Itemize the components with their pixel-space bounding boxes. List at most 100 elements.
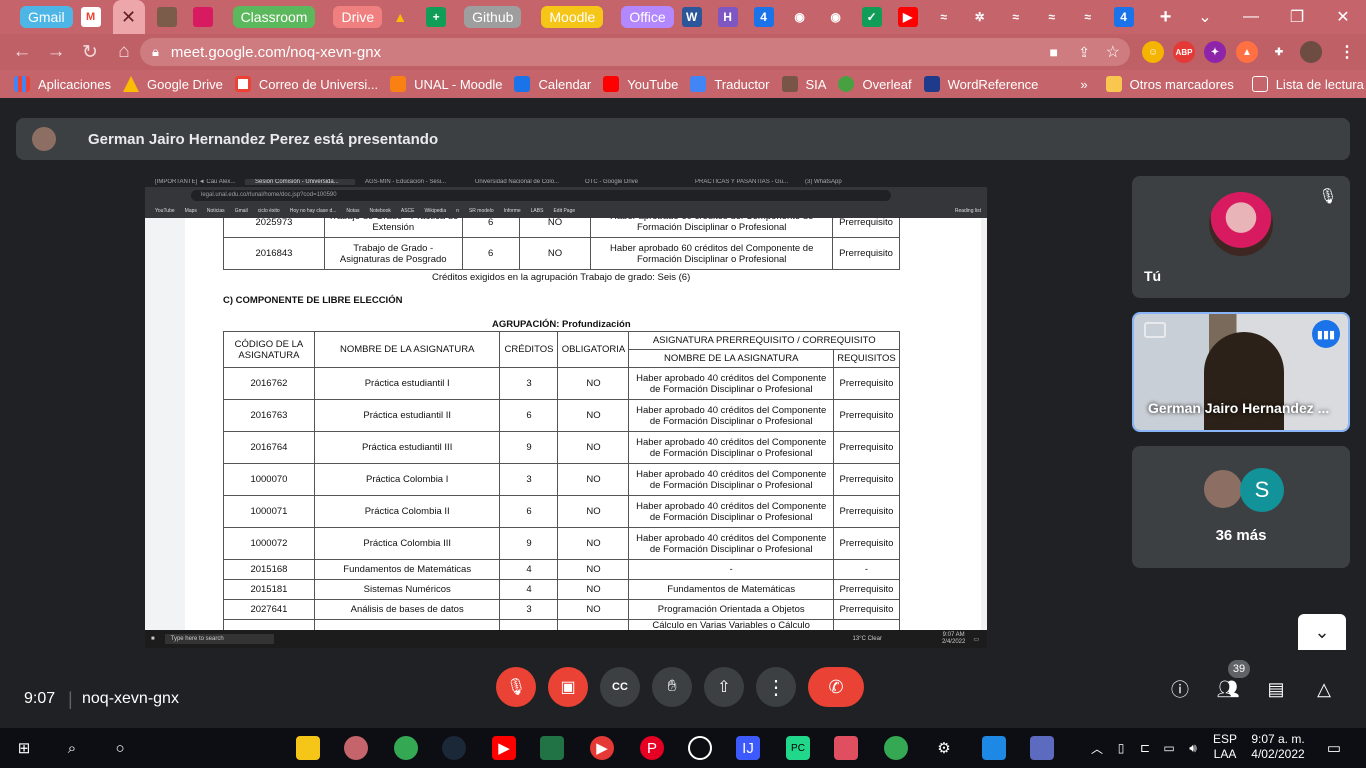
reading-list[interactable]: Lista de lectura (1251, 76, 1364, 92)
extension-icon[interactable]: ▲ (1236, 41, 1258, 63)
bookmark-wordreference[interactable]: WordReference (923, 76, 1038, 92)
language-indicator[interactable]: ESP LAA (1213, 732, 1237, 762)
search-icon[interactable]: ⌕ (60, 736, 84, 760)
gmail-icon[interactable]: M (80, 7, 101, 27)
drive-icon[interactable]: ▲ (390, 7, 410, 27)
new-tab-button[interactable]: + (1156, 6, 1176, 28)
activities-icon[interactable]: △ (1312, 677, 1336, 701)
tray-icon[interactable]: ⊏ (1136, 736, 1154, 760)
steam-icon[interactable] (442, 736, 466, 760)
share-icon[interactable]: ⇪ (1078, 44, 1090, 61)
notification-icon[interactable]: ▭ (1322, 736, 1346, 760)
contacts-icon[interactable] (192, 7, 213, 27)
file-explorer-icon[interactable] (296, 736, 320, 760)
tab-group-moodle[interactable]: Moodle (541, 6, 604, 28)
chrome-icon[interactable] (884, 736, 908, 760)
others-tile[interactable]: S 36 más (1132, 446, 1350, 568)
matlab-icon[interactable]: ≈ (1006, 7, 1026, 27)
hang-up-button[interactable]: ✆ (808, 667, 864, 707)
address-bar[interactable]: 🔒︎ meet.google.com/noq-xevn-gnx ■ ⇪ ☆ (140, 38, 1130, 66)
bookmarks-overflow[interactable]: » (1080, 77, 1087, 92)
bookmark-youtube[interactable]: YouTube (603, 76, 678, 92)
close-tab-icon[interactable]: ✕ (121, 7, 136, 28)
captions-button[interactable]: CC (600, 667, 640, 707)
bookmark-overleaf[interactable]: Overleaf (838, 76, 912, 92)
camera-off-button[interactable]: ▣ (548, 667, 588, 707)
remote-desktop-icon[interactable] (982, 736, 1006, 760)
tab-group-classroom[interactable]: Classroom (232, 6, 316, 28)
calendar-icon[interactable]: 4 (1113, 7, 1134, 27)
extension-icon[interactable]: ✦ (1204, 41, 1226, 63)
adblock-icon[interactable]: ABP (1173, 41, 1195, 63)
people-icon[interactable]: 👥︎ (1216, 677, 1240, 701)
word-icon[interactable]: W (681, 7, 702, 27)
media-player-icon[interactable]: ▶ (590, 736, 614, 760)
bookmark-translate[interactable]: Traductor (690, 76, 770, 92)
home-icon[interactable]: ⌂ (108, 36, 140, 68)
bookmark-mail[interactable]: Correo de Universi... (234, 76, 378, 92)
obs-icon[interactable] (688, 736, 712, 760)
speaker-tile[interactable]: ▮▮▮ German Jairo Hernandez ... (1132, 312, 1350, 432)
profile-avatar[interactable] (1300, 41, 1322, 63)
camera-icon[interactable]: ■ (1050, 44, 1058, 60)
restore-button[interactable]: ❐ (1274, 0, 1320, 34)
tab-group-github[interactable]: Github (464, 6, 522, 28)
spreadsheet-icon[interactable] (540, 736, 564, 760)
tab-group-drive[interactable]: Drive (333, 6, 383, 28)
raise-hand-button[interactable]: ✋︎ (652, 667, 692, 707)
emoji-extension-icon[interactable]: ☺ (1142, 41, 1164, 63)
settings-gear-icon[interactable]: ⚙ (932, 736, 956, 760)
pinterest-icon[interactable]: P (640, 736, 664, 760)
sheets-icon[interactable]: + (426, 7, 447, 27)
menu-icon[interactable]: ⋮ (1336, 41, 1358, 63)
forward-icon[interactable]: → (40, 36, 72, 68)
matlab-icon[interactable]: ≈ (1078, 7, 1098, 27)
self-tile[interactable]: 🎙︎ Tú (1132, 176, 1350, 298)
chevron-up-icon[interactable]: ︿ (1088, 736, 1106, 760)
info-icon[interactable]: ⓘ (1168, 677, 1192, 701)
reload-icon[interactable]: ↻ (74, 36, 106, 68)
url-text[interactable]: meet.google.com/noq-xevn-gnx (171, 44, 381, 61)
bookmark-calendar[interactable]: Calendar (514, 76, 591, 92)
bookmark-star-icon[interactable]: ☆ (1106, 42, 1120, 62)
app-icon[interactable] (834, 736, 858, 760)
pin-icon[interactable] (1144, 322, 1166, 338)
bookmark-google-drive[interactable]: Google Drive (123, 76, 223, 92)
intellij-icon[interactable]: IJ (736, 736, 760, 760)
chrome-icon[interactable] (344, 736, 368, 760)
app-icon[interactable] (1030, 736, 1054, 760)
chrome-icon[interactable] (394, 736, 418, 760)
volume-icon[interactable]: 🔊︎ (1184, 736, 1202, 760)
bookmark-sia[interactable]: SIA (781, 76, 826, 92)
gear-icon[interactable]: ✲ (970, 7, 990, 27)
matlab-icon[interactable]: ≈ (1042, 7, 1062, 27)
system-clock[interactable]: 9:07 a. m. 4/02/2022 (1248, 732, 1308, 762)
leaf-icon[interactable]: ✓ (861, 7, 882, 27)
present-button[interactable]: ⇧ (704, 667, 744, 707)
bookmark-other[interactable]: Otros marcadores (1105, 76, 1234, 92)
active-tab[interactable]: ✕ (112, 0, 145, 34)
youtube-icon[interactable]: ▶ (897, 7, 918, 27)
tab-group-office[interactable]: Office (621, 6, 674, 28)
network-icon[interactable]: ▭ (1160, 736, 1178, 760)
windows-start-icon[interactable]: ⊞ (12, 736, 36, 760)
minimize-button[interactable]: — (1228, 0, 1274, 34)
bookmark-apps[interactable]: Aplicaciones (14, 76, 111, 92)
globe-icon[interactable]: ◉ (790, 7, 810, 27)
matlab-icon[interactable]: ≈ (934, 7, 954, 27)
tab-group-gmail[interactable]: Gmail (20, 6, 73, 28)
chevron-down-icon[interactable]: ⌄ (1298, 614, 1346, 650)
pycharm-icon[interactable]: PC (786, 736, 810, 760)
back-icon[interactable]: ← (6, 36, 38, 68)
hackmd-icon[interactable]: H (717, 7, 738, 27)
more-options-button[interactable]: ⋮ (756, 667, 796, 707)
unal-icon[interactable] (156, 7, 177, 27)
mic-off-button[interactable]: 🎙︎ (496, 667, 536, 707)
close-window-button[interactable]: ✕ (1320, 0, 1366, 34)
chat-icon[interactable]: ▤ (1264, 677, 1288, 701)
tab-search-icon[interactable]: ⌄ (1182, 0, 1228, 34)
puzzle-icon[interactable]: ✚ (1268, 41, 1290, 63)
cortana-icon[interactable]: ○ (108, 736, 132, 760)
globe-icon[interactable]: ◉ (826, 7, 846, 27)
calendar-icon[interactable]: 4 (753, 7, 774, 27)
